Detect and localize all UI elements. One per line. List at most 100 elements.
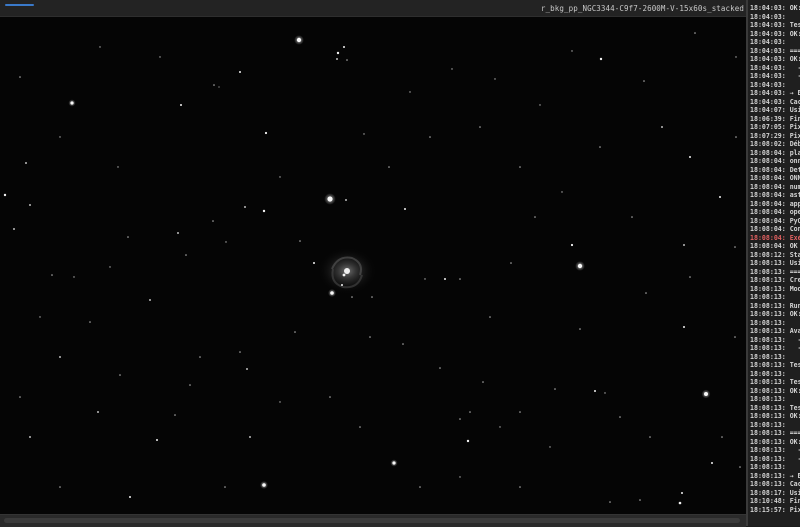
log-line: 18:15:57: Pixe xyxy=(750,505,800,514)
galaxy-ngc3344 xyxy=(317,247,377,295)
star xyxy=(189,384,191,386)
log-line: 18:08:04: onnx xyxy=(750,157,800,165)
log-line: 18:08:13: Cach xyxy=(750,480,800,488)
log-line: 18:08:02: Débu xyxy=(750,140,800,148)
star xyxy=(29,204,31,206)
log-line: 18:08:13: Test xyxy=(750,378,800,386)
log-line: 18:04:03: OK: xyxy=(750,4,800,12)
log-line: 18:08:13: Runn xyxy=(750,301,800,310)
star xyxy=(336,51,340,55)
log-panel[interactable]: 18:04:03: OK:18:04:03:18:04:03: Test18:0… xyxy=(746,0,800,526)
log-line: 18:08:13: Crea xyxy=(750,276,800,284)
star xyxy=(519,166,521,168)
log-line: 18:08:13: === xyxy=(750,267,800,276)
star xyxy=(218,86,220,88)
star xyxy=(579,328,581,330)
star xyxy=(704,392,708,396)
star xyxy=(351,296,353,298)
star xyxy=(419,486,421,488)
star xyxy=(39,316,41,318)
star-field-image xyxy=(0,17,746,514)
star xyxy=(466,439,470,443)
log-line: 18:08:12: Star xyxy=(750,250,800,259)
log-line: 18:08:04: ONNX xyxy=(750,174,800,182)
star xyxy=(149,299,151,301)
log-line: 18:08:13: OK: xyxy=(750,386,800,395)
star xyxy=(739,466,741,468)
star xyxy=(711,462,713,464)
star xyxy=(174,414,176,416)
log-line: 18:08:13: OK: xyxy=(750,412,800,420)
star xyxy=(342,273,346,277)
star xyxy=(359,426,361,428)
star xyxy=(577,263,583,269)
star xyxy=(734,336,736,338)
star xyxy=(439,367,441,369)
image-viewer[interactable] xyxy=(0,17,746,514)
star xyxy=(336,58,338,60)
star xyxy=(721,436,723,438)
star xyxy=(3,193,7,197)
star xyxy=(177,232,179,234)
star xyxy=(185,254,187,256)
star xyxy=(479,126,481,128)
star xyxy=(244,206,246,208)
log-line: 18:08:04: PyQt xyxy=(750,216,800,225)
star xyxy=(213,84,215,86)
star xyxy=(459,476,461,478)
log-line: 18:04:03: - xyxy=(750,63,800,72)
star xyxy=(246,368,248,370)
log-line: 18:04:03: Cach xyxy=(750,97,800,106)
star xyxy=(639,499,641,501)
star xyxy=(313,262,315,264)
star xyxy=(678,501,682,505)
star xyxy=(489,316,491,318)
star xyxy=(279,176,281,178)
star xyxy=(264,131,268,135)
star xyxy=(694,32,696,34)
log-line: 18:04:03: OK: xyxy=(750,55,800,63)
log-line: 18:08:13: - xyxy=(750,335,800,344)
log-line: 18:06:39: Fini xyxy=(750,114,800,123)
log-line: 18:08:04: astr xyxy=(750,191,800,199)
log-line: 18:08:04: Exéc xyxy=(750,233,800,242)
star xyxy=(631,216,633,218)
log-line: 18:08:13: xyxy=(750,352,786,361)
star xyxy=(735,56,737,58)
log-line: 18:04:03: xyxy=(750,12,786,21)
log-line: 18:08:13: xyxy=(750,369,786,378)
star xyxy=(469,411,471,413)
log-line: 18:08:04: plat xyxy=(750,148,800,157)
star xyxy=(29,436,31,438)
app-window: r_bkg_pp_NGC3344-C9f7-2600M-V-15x60s_sta… xyxy=(0,0,800,527)
star xyxy=(180,104,182,106)
star xyxy=(494,78,496,80)
log-line: 18:08:04: Dete xyxy=(750,165,800,174)
star xyxy=(73,276,75,278)
star xyxy=(363,133,365,135)
log-line: 18:04:03: - xyxy=(750,72,800,80)
log-line: 18:08:13: xyxy=(750,318,786,327)
star xyxy=(371,296,373,298)
horizontal-scrollbar[interactable] xyxy=(0,514,746,527)
star xyxy=(51,274,53,276)
star xyxy=(117,166,119,168)
log-line: 18:08:04: appd xyxy=(750,199,800,208)
star xyxy=(296,37,302,43)
star xyxy=(345,199,347,201)
star xyxy=(570,243,574,247)
star xyxy=(482,381,484,383)
star xyxy=(109,266,111,268)
star xyxy=(402,343,404,345)
scrollbar-thumb[interactable] xyxy=(4,518,740,523)
star xyxy=(444,278,446,280)
log-line: 18:08:13: → Be xyxy=(750,471,800,480)
star xyxy=(683,326,685,328)
star xyxy=(341,284,343,286)
star xyxy=(424,278,426,280)
log-line: 18:04:03: → Be xyxy=(750,89,800,97)
star xyxy=(59,136,61,138)
log-line: 18:07:05: Pixe xyxy=(750,123,800,131)
log-list: 18:04:03: OK:18:04:03:18:04:03: Test18:0… xyxy=(750,4,800,514)
star xyxy=(539,104,541,106)
